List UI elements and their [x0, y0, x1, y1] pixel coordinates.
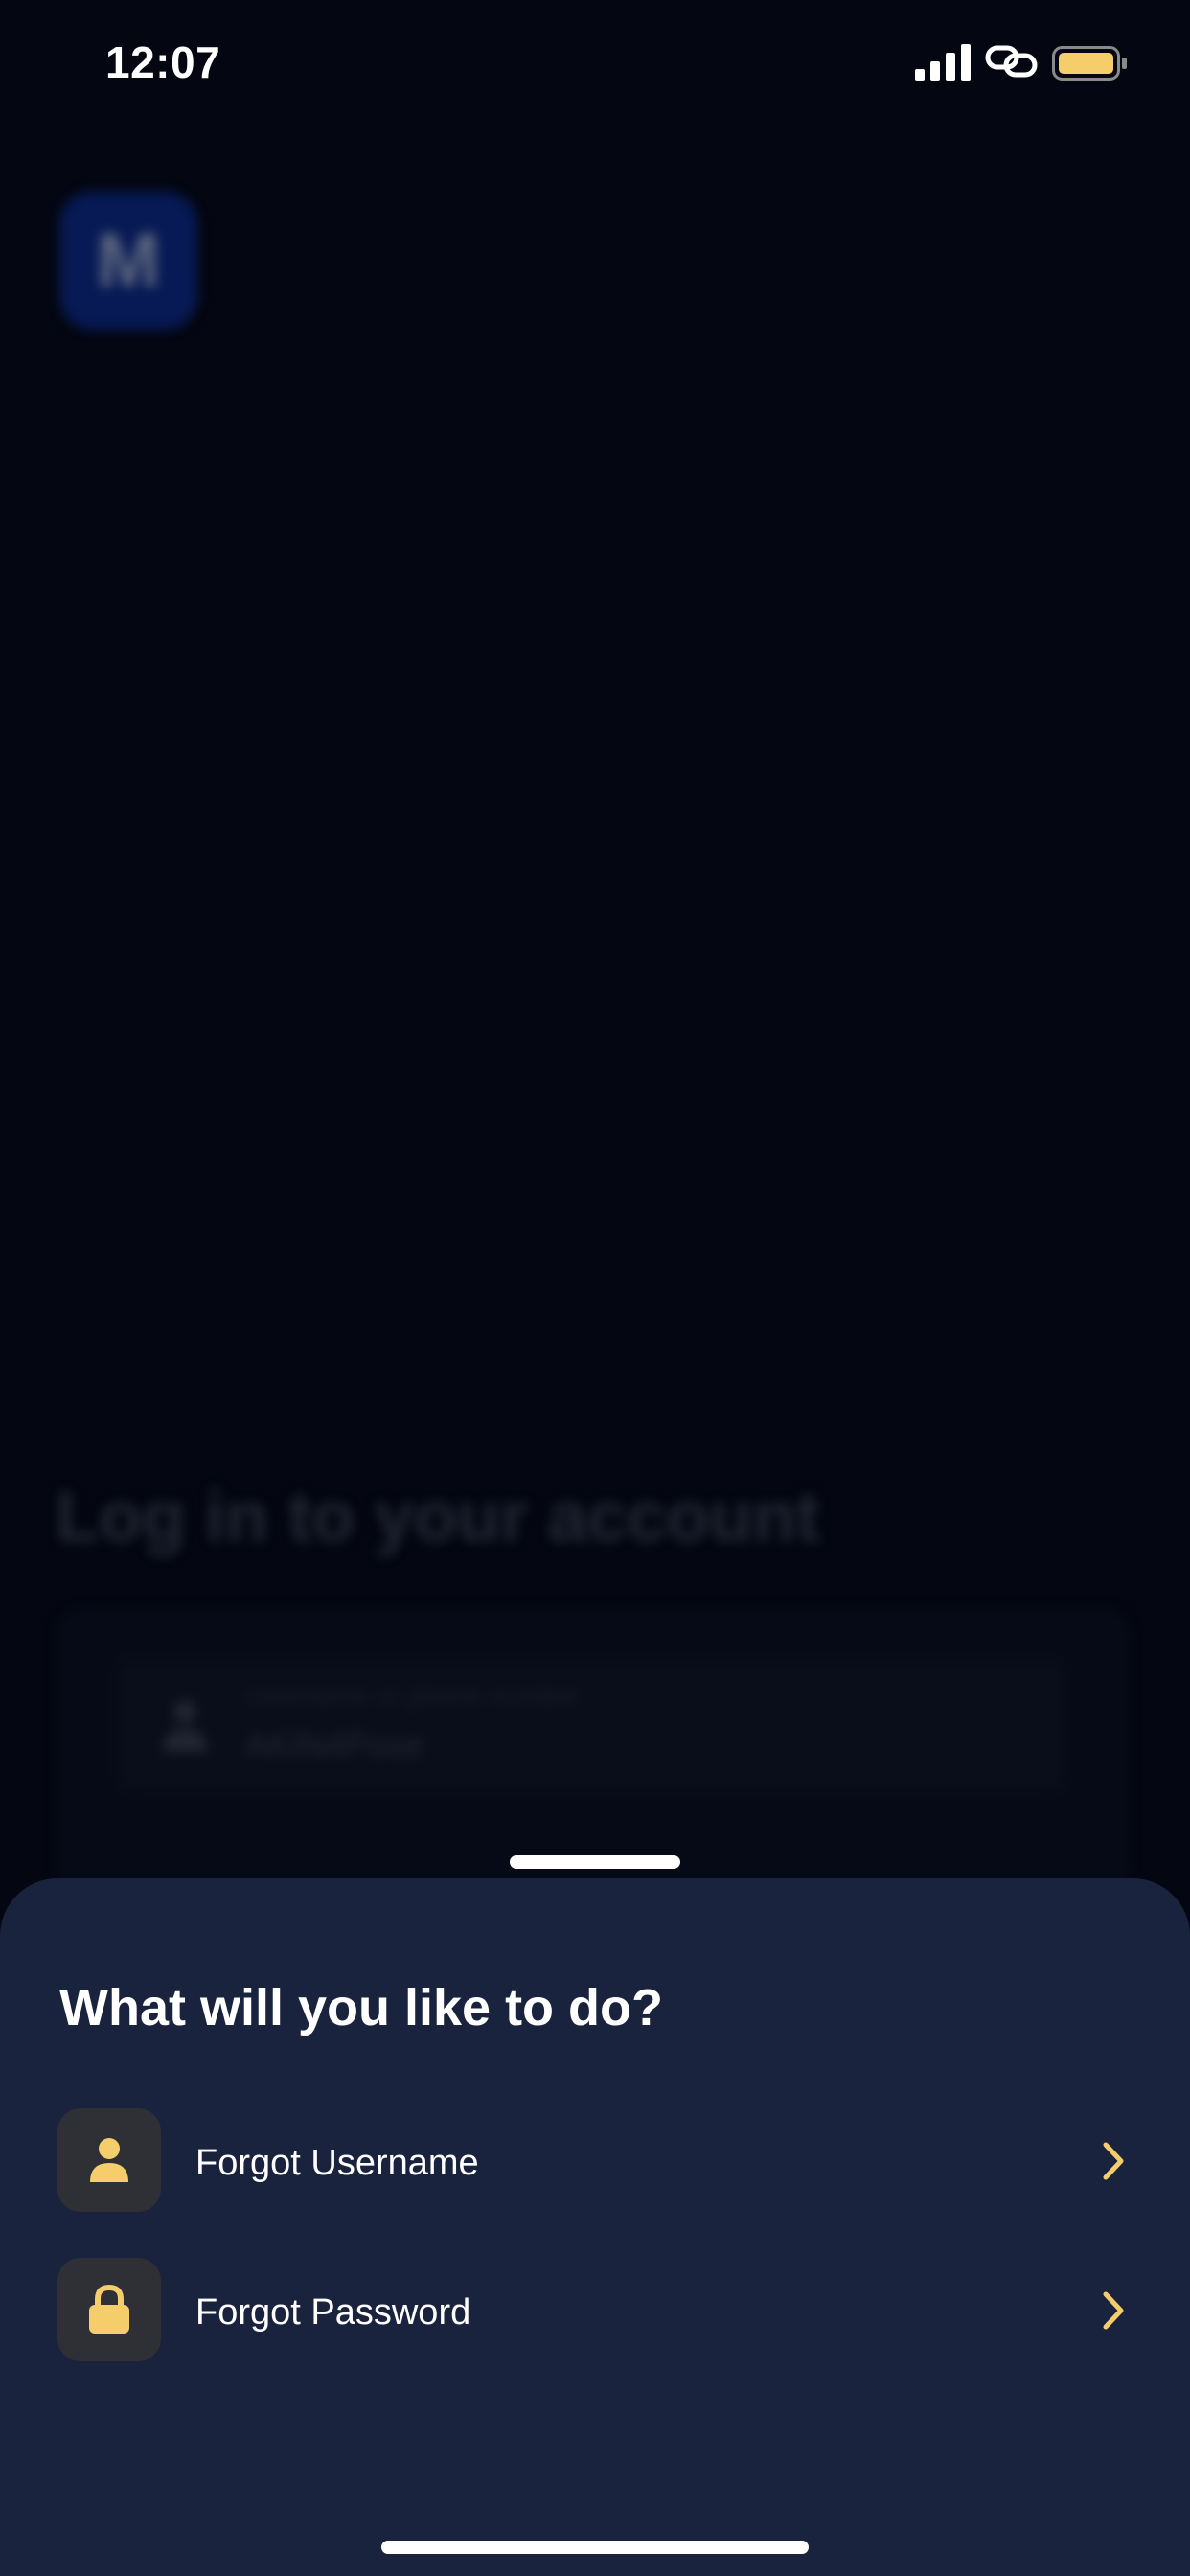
forgot-password-label: Forgot Password: [195, 2292, 471, 2333]
app-logo-letter: M: [96, 218, 161, 303]
chevron-right-icon: [1103, 2142, 1124, 2180]
person-icon: [163, 1700, 207, 1752]
username-field: Username or phone number AKIN4Pose: [117, 1658, 1065, 1792]
status-time: 12:07: [105, 37, 221, 87]
forgot-password-icon-box: [57, 2258, 161, 2361]
cellular-signal-icon: [915, 44, 971, 80]
app-logo: M: [59, 192, 197, 330]
lock-icon: [89, 2284, 129, 2334]
forgot-username-icon-box: [57, 2108, 161, 2212]
action-sheet: What will you like to do? Forgot Usernam…: [0, 1878, 1190, 2576]
person-icon: [90, 2138, 128, 2182]
forgot-password-option[interactable]: Forgot Password: [57, 2258, 1133, 2363]
username-field-label: Username or phone number: [245, 1681, 582, 1711]
login-title: Log in to your account: [56, 1477, 820, 1556]
personal-hotspot-icon: [985, 45, 1038, 78]
forgot-username-option[interactable]: Forgot Username: [57, 2108, 1133, 2214]
sheet-grabber[interactable]: [510, 1855, 680, 1869]
sheet-title: What will you like to do?: [59, 1979, 663, 2036]
forgot-username-label: Forgot Username: [195, 2143, 479, 2183]
login-card: Username or phone number AKIN4Pose: [56, 1608, 1131, 1896]
username-field-value: AKIN4Pose: [245, 1725, 424, 1764]
battery-icon: [1052, 46, 1127, 80]
status-bar: 12:07: [0, 0, 1190, 134]
home-indicator[interactable]: [381, 2541, 809, 2554]
chevron-right-icon: [1103, 2291, 1124, 2330]
